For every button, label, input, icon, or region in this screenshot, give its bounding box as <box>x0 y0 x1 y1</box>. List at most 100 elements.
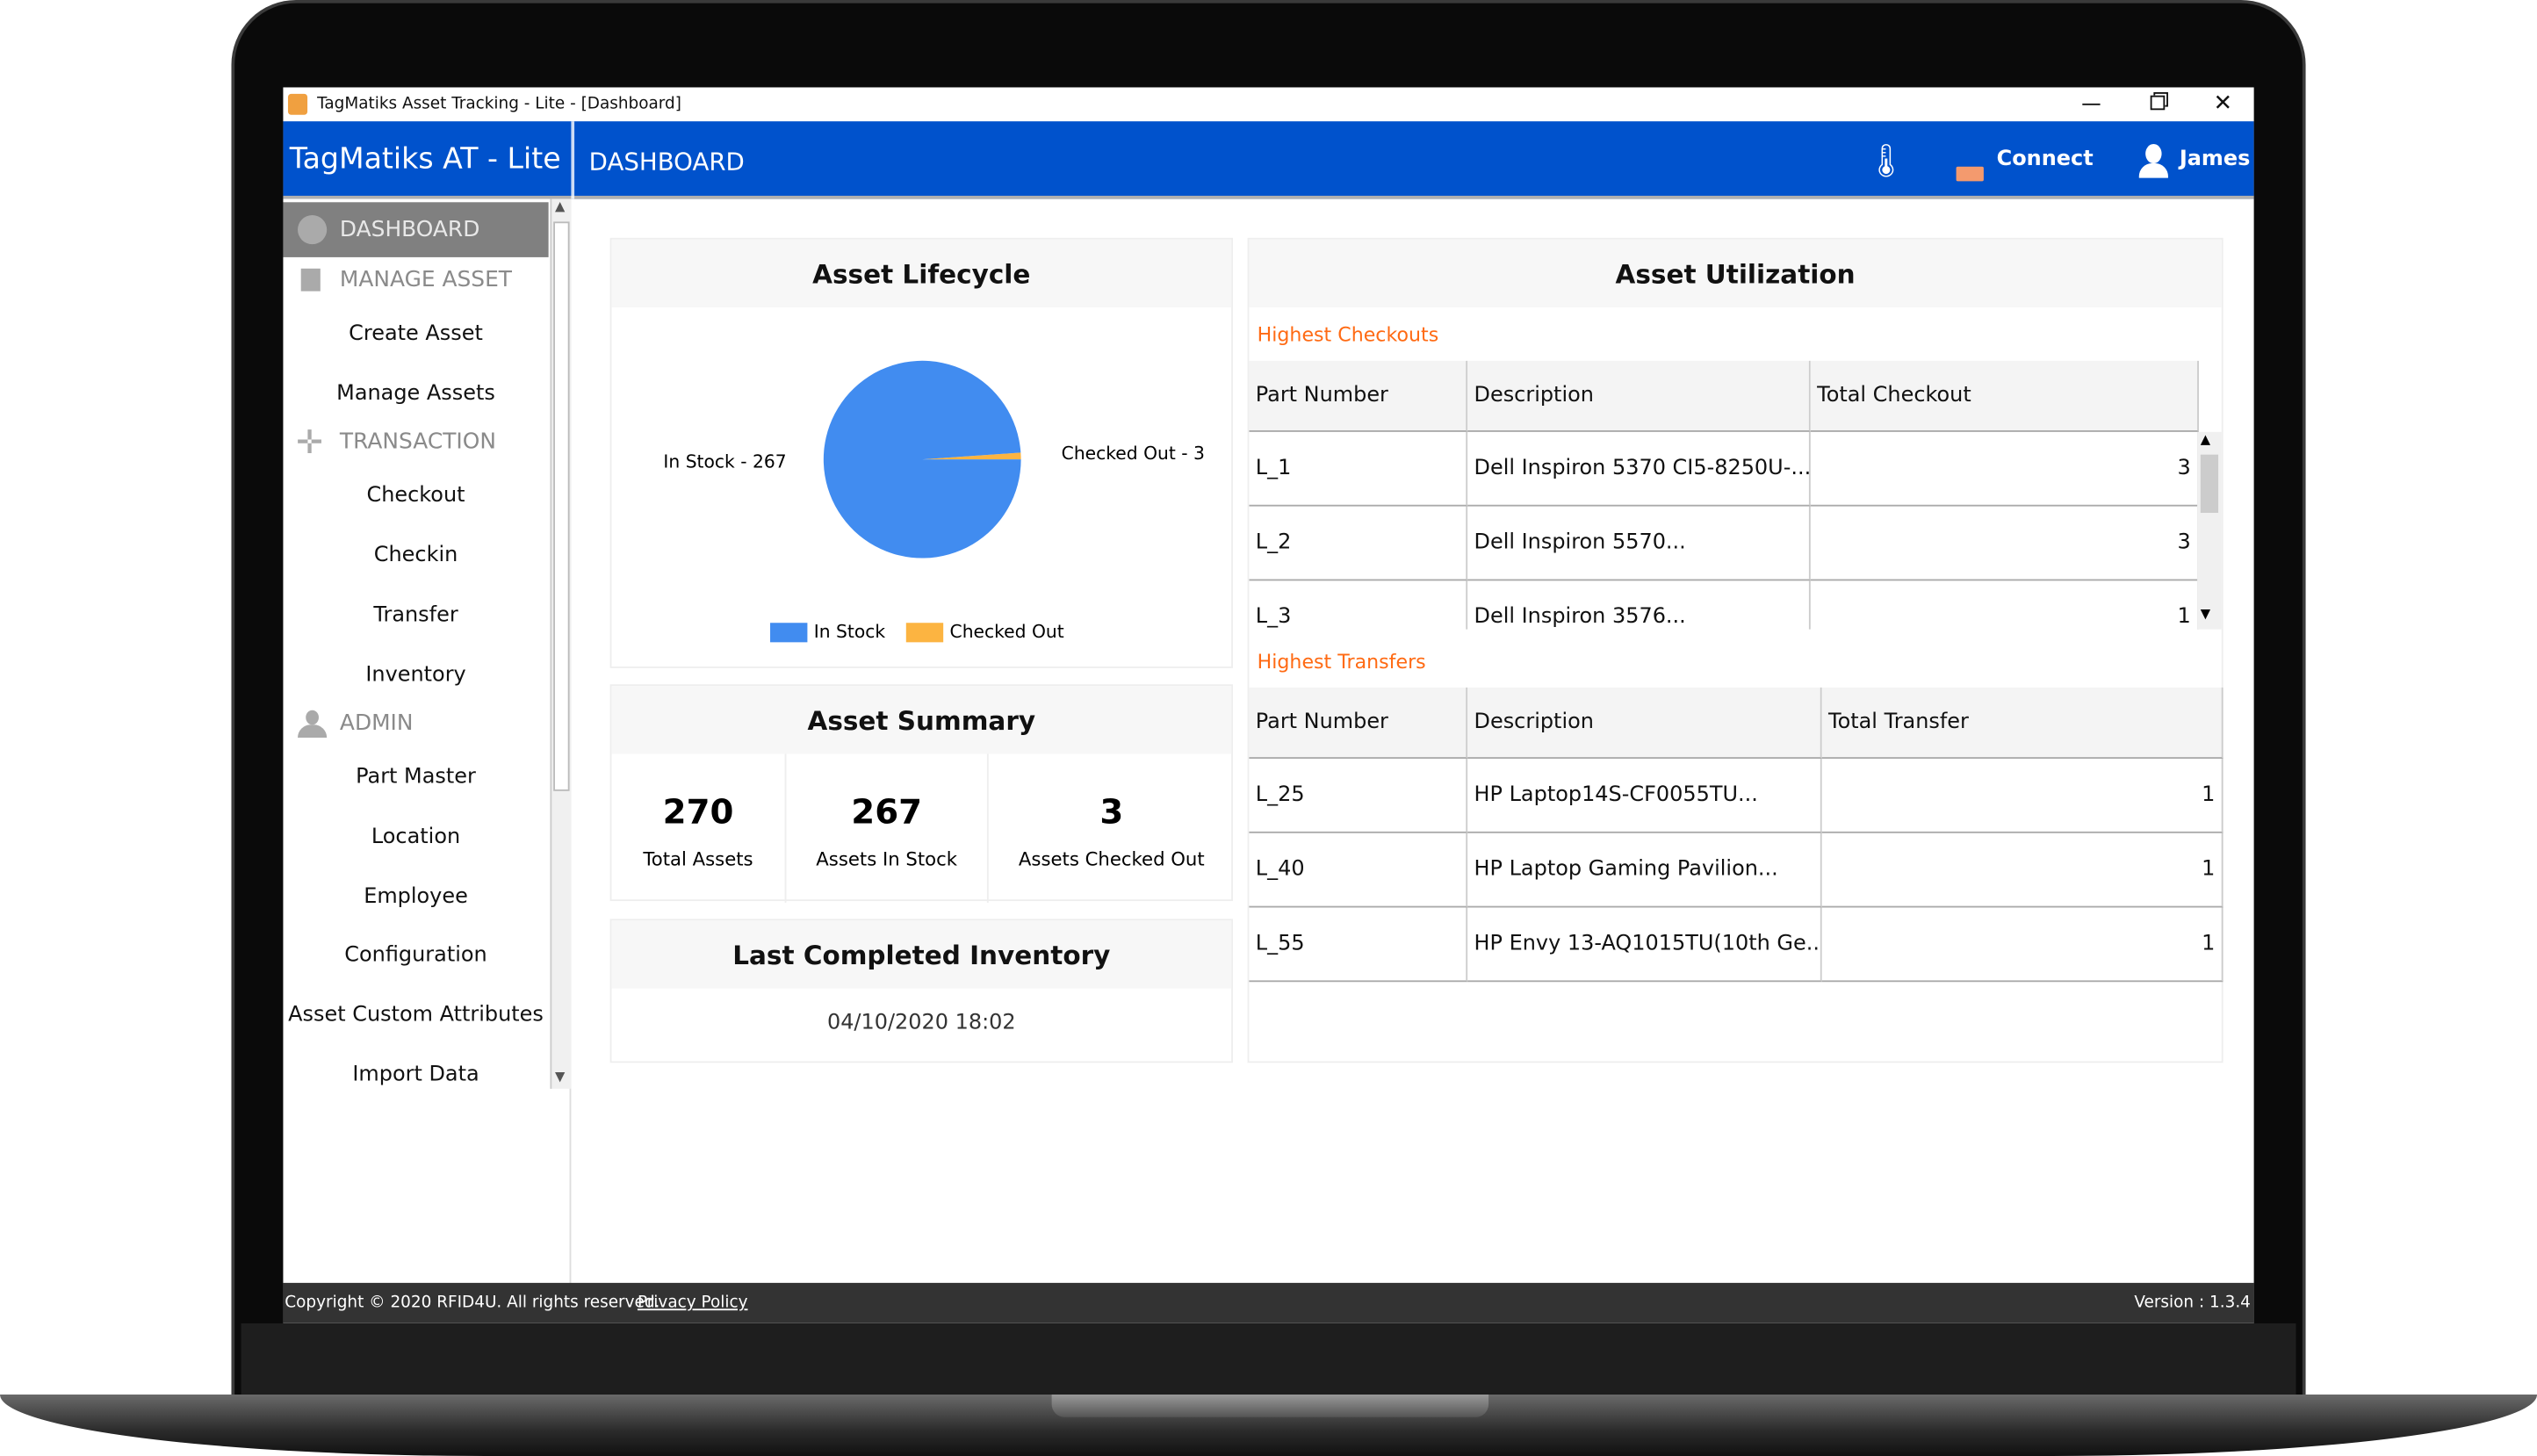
admin-icon <box>298 710 328 739</box>
sidebar-label: MANAGE ASSET <box>339 266 513 293</box>
summary-value: 270 <box>662 792 734 832</box>
table-cell: 3 <box>1810 431 2199 507</box>
sidebar-section-manage-asset[interactable]: MANAGE ASSET <box>283 252 548 307</box>
scroll-down-arrow[interactable]: ▼ <box>2201 607 2210 622</box>
laptop-notch <box>1051 1394 1489 1417</box>
pie-chart <box>823 360 1021 559</box>
table-cell: 3 <box>1810 506 2199 581</box>
highest-transfers-label: Highest Transfers <box>1257 650 1426 674</box>
sidebar-scrollbar[interactable]: ▲ ▼ <box>550 198 572 1089</box>
router-icon[interactable] <box>1956 166 1984 182</box>
column-header[interactable]: Description <box>1467 360 1811 432</box>
column-header[interactable]: Total Transfer <box>1821 687 2223 759</box>
table-cell: HP Laptop14S-CF0055TU... <box>1467 758 1822 833</box>
summary-label: Assets Checked Out <box>1018 847 1205 871</box>
panel-title: Asset Summary <box>611 686 1232 754</box>
table-cell: L_3 <box>1249 580 1468 630</box>
table-cell: 1 <box>1821 907 2223 983</box>
panel-title: Asset Lifecycle <box>611 239 1232 308</box>
connect-button[interactable]: Connect <box>1997 148 2094 172</box>
pie-label-in-stock: In Stock - 267 <box>663 450 787 472</box>
sidebar-item-checkin[interactable]: Checkin <box>283 544 548 568</box>
table-cell: HP Envy 13-AQ1015TU(10th Ge... <box>1467 907 1822 983</box>
summary-in-stock: 267 Assets In Stock <box>786 753 989 903</box>
legend-checked-out: Checked Out <box>949 621 1064 643</box>
summary-value: 267 <box>851 792 923 832</box>
scrollbar-thumb[interactable] <box>553 221 570 791</box>
close-button[interactable]: ✕ <box>2214 87 2233 121</box>
app-icon <box>287 93 308 115</box>
sidebar-item-dashboard[interactable]: DASHBOARD <box>283 202 549 257</box>
gift-icon <box>300 268 321 292</box>
scroll-up-arrow[interactable]: ▲ <box>2201 432 2210 447</box>
sidebar-item-part-master[interactable]: Part Master <box>283 765 548 789</box>
sidebar-item-checkout[interactable]: Checkout <box>283 484 548 508</box>
transfers-table: Part Number L_25 L_40 L_55 Description HP Lap… <box>1249 687 2223 983</box>
copyright: Copyright © 2020 RFID4U. All rights rese… <box>285 1294 660 1313</box>
page-title: DASHBOARD <box>588 147 745 177</box>
table-cell: 1 <box>1811 580 2199 630</box>
sidebar-item-create-asset[interactable]: Create Asset <box>283 322 548 347</box>
privacy-policy-link[interactable]: Privacy Policy <box>638 1283 748 1323</box>
minimize-button[interactable] <box>2082 103 2101 105</box>
user-name[interactable]: James <box>2180 148 2251 172</box>
table-cell: Dell Inspiron 3576... <box>1467 580 1811 630</box>
table-cell: L_2 <box>1249 506 1468 581</box>
header-divider <box>571 121 575 199</box>
table-cell: Dell Inspiron 5570... <box>1467 506 1811 581</box>
sidebar-label: TRANSACTION <box>339 429 496 455</box>
panel-title: Last Completed Inventory <box>611 920 1232 989</box>
sidebar-item-manage-assets[interactable]: Manage Assets <box>283 382 548 407</box>
table-cell: L_40 <box>1249 833 1468 908</box>
summary-label: Assets In Stock <box>816 847 958 871</box>
checkouts-scrollbar[interactable]: ▲ ▼ <box>2197 431 2222 630</box>
summary-value: 3 <box>1099 792 1124 832</box>
footer: Copyright © 2020 RFID4U. All rights rese… <box>283 1282 2254 1323</box>
gauge-icon <box>298 215 328 245</box>
sidebar-item-inventory[interactable]: Inventory <box>283 663 548 688</box>
table-cell: L_55 <box>1249 907 1468 983</box>
table-cell: Dell Inspiron 5370 CI5-8250U-... <box>1467 431 1811 507</box>
sidebar-item-location[interactable]: Location <box>283 825 548 850</box>
sidebar-item-employee[interactable]: Employee <box>283 885 548 910</box>
column-header[interactable]: Part Number <box>1249 687 1468 759</box>
checkouts-table: Part Number L_1 L_2 L_3 Description Dell Insp… <box>1249 360 2223 630</box>
user-icon[interactable] <box>2138 143 2168 180</box>
table-cell: 1 <box>1821 833 2223 908</box>
column-header[interactable]: Total Checkout <box>1810 360 2199 432</box>
scroll-down-arrow[interactable]: ▼ <box>555 1070 565 1085</box>
legend-swatch-in-stock <box>770 623 808 643</box>
pie-label-checked-out: Checked Out - 3 <box>1061 443 1205 465</box>
restore-button[interactable] <box>2150 95 2166 111</box>
asset-summary-panel: Asset Summary 270 Total Assets 267 Asset… <box>609 684 1235 903</box>
table-cell: 1 <box>1821 758 2223 833</box>
panel-title: Asset Utilization <box>1249 239 2222 308</box>
summary-checked-out: 3 Assets Checked Out <box>989 753 1235 902</box>
legend-in-stock: In Stock <box>813 621 886 643</box>
last-inventory-panel: Last Completed Inventory 04/10/2020 18:0… <box>609 919 1233 1063</box>
scroll-up-arrow[interactable]: ▲ <box>555 199 565 214</box>
move-icon: ✛ <box>296 422 324 462</box>
sidebar-item-import-data[interactable]: Import Data <box>283 1063 548 1087</box>
laptop-chin <box>241 1323 2296 1395</box>
column-header[interactable]: Description <box>1467 687 1822 759</box>
legend-swatch-checked-out <box>905 623 944 643</box>
column-header[interactable]: Part Number <box>1249 360 1468 432</box>
sidebar-label: DASHBOARD <box>339 216 480 243</box>
sidebar-section-transaction[interactable]: ✛ TRANSACTION <box>283 414 548 470</box>
sidebar-item-configuration[interactable]: Configuration <box>283 943 548 968</box>
sidebar-item-transfer[interactable]: Transfer <box>283 603 548 628</box>
sidebar-section-admin[interactable]: ADMIN <box>283 696 548 751</box>
table-cell: L_25 <box>1249 758 1468 833</box>
asset-lifecycle-panel: Asset Lifecycle In Stock - 267 Checked O… <box>609 237 1233 668</box>
scrollbar-thumb[interactable] <box>2200 454 2219 513</box>
table-cell: L_1 <box>1249 431 1468 507</box>
version: Version : 1.3.4 <box>2134 1294 2251 1313</box>
app-name: TagMatiks AT - Lite <box>289 142 561 177</box>
sidebar-item-asset-custom-attributes[interactable]: Asset Custom Attributes <box>283 1003 548 1027</box>
asset-utilization-panel: Asset Utilization Highest Checkouts Part… <box>1247 237 2223 1063</box>
window-title: TagMatiks Asset Tracking - Lite - [Dashb… <box>317 95 681 113</box>
summary-label: Total Assets <box>643 847 753 871</box>
table-cell: HP Laptop Gaming Pavilion... <box>1467 833 1822 908</box>
thermometer-icon[interactable]: 🌡 <box>1865 141 1906 179</box>
